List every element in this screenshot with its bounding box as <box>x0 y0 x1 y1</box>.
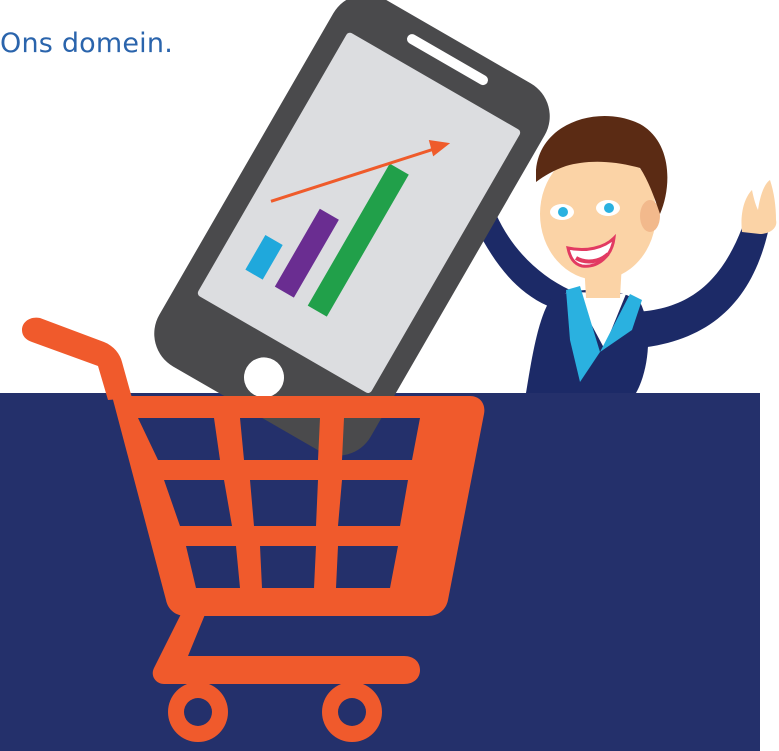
cart-handle <box>22 317 132 400</box>
man-right-hand <box>741 180 777 234</box>
navy-panel <box>0 393 760 751</box>
ecommerce-illustration <box>0 0 777 751</box>
